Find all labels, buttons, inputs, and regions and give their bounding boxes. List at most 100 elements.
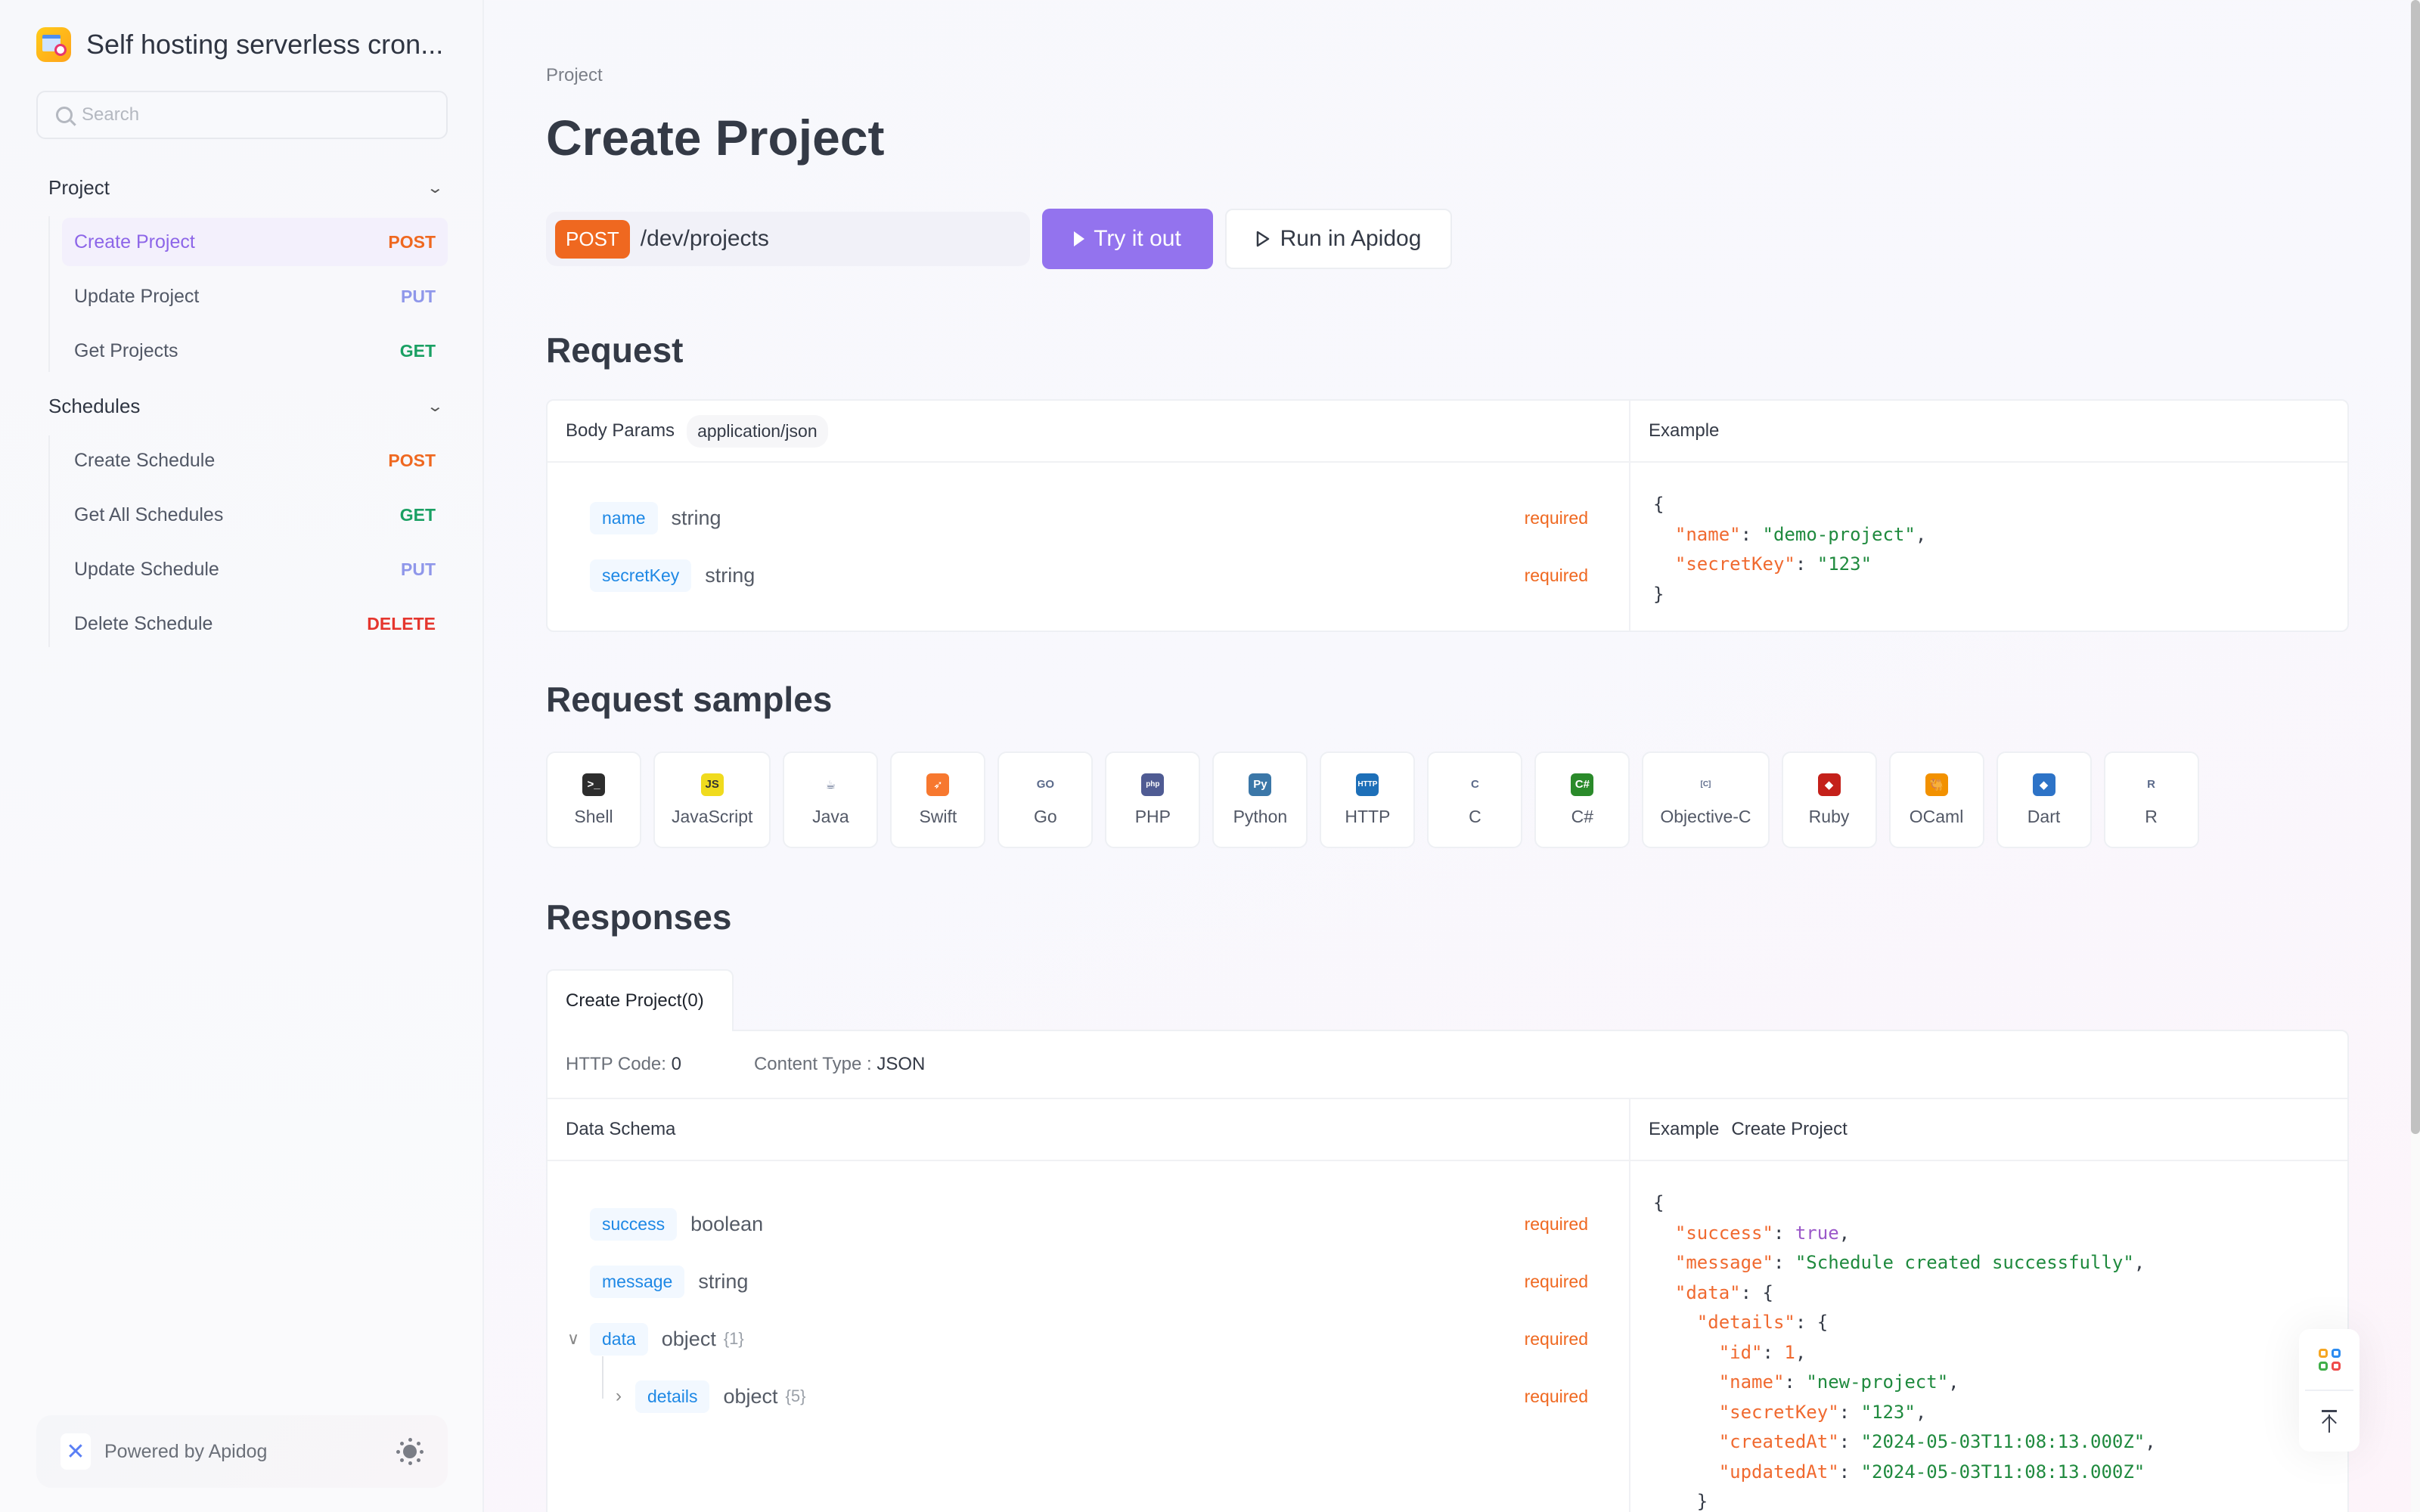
- field-row-expandable[interactable]: › details object {5} required: [616, 1377, 1588, 1415]
- field-name: success: [590, 1207, 678, 1241]
- run-in-apidog-label: Run in Apidog: [1280, 226, 1422, 251]
- sample-dart[interactable]: ◆ Dart: [1996, 751, 2092, 848]
- response-panel: HTTP Code: 0 Content Type : JSON Data Sc…: [546, 1030, 2349, 1512]
- sample-label: PHP: [1134, 806, 1171, 826]
- required-label: required: [1524, 565, 1588, 585]
- scrollbar-thumb[interactable]: [2411, 0, 2420, 1134]
- json-key: "message": [1674, 1252, 1773, 1273]
- floating-toolbar: [2299, 1329, 2360, 1452]
- sample-javascript[interactable]: JS JavaScript: [653, 751, 771, 848]
- sample-r[interactable]: RR: [2103, 751, 2199, 848]
- sidebar-item-label: Create Schedule: [74, 449, 216, 471]
- powered-by-footer: ✕ Powered by Apidog: [36, 1415, 448, 1488]
- json-value: "2024-05-03T11:08:13.000Z": [1860, 1431, 2145, 1452]
- java-icon: ☕: [819, 773, 842, 796]
- sample-label: Ruby: [1808, 806, 1850, 826]
- field-name: data: [590, 1322, 648, 1356]
- json-value: "2024-05-03T11:08:13.000Z": [1860, 1461, 2145, 1483]
- sample-c[interactable]: CC: [1427, 751, 1523, 848]
- search-box[interactable]: [36, 91, 448, 139]
- body-params-label: Body Params: [566, 420, 675, 441]
- sidebar: Self hosting serverless cron... Project …: [0, 0, 484, 1512]
- sidebar-group-project[interactable]: Project ⌄: [48, 169, 444, 206]
- apps-button[interactable]: [2299, 1329, 2360, 1390]
- code-line: "message": "Schedule created successfull…: [1674, 1252, 2145, 1273]
- field-row: message string required: [590, 1263, 1588, 1300]
- search-icon: [56, 107, 73, 123]
- field-row-expandable[interactable]: ∨ data object {1} required: [567, 1320, 1588, 1358]
- code-line: {: [1653, 494, 1665, 515]
- sample-c-[interactable]: C# C#: [1534, 751, 1630, 848]
- response-meta: HTTP Code: 0 Content Type : JSON: [548, 1031, 2347, 1099]
- sample-php[interactable]: php PHP: [1105, 751, 1201, 848]
- play-icon: [1074, 231, 1085, 246]
- sidebar-item-delete-schedule[interactable]: Delete Schedule DELETE: [62, 600, 448, 648]
- code-line: }: [1696, 1491, 1708, 1512]
- sample-go[interactable]: GO Go: [997, 751, 1094, 848]
- search-input[interactable]: [82, 104, 414, 125]
- sample-label: C#: [1571, 806, 1594, 826]
- data-schema-label: Data Schema: [566, 1119, 676, 1139]
- sidebar-item-get-all-schedules[interactable]: Get All Schedules GET: [62, 491, 448, 539]
- chevron-down-icon[interactable]: ∨: [567, 1329, 579, 1349]
- sample-objective-c[interactable]: [C] Objective-C: [1642, 751, 1770, 848]
- scrollbar[interactable]: [2411, 0, 2420, 1512]
- sample-label: Shell: [574, 806, 613, 826]
- sidebar-item-label: Delete Schedule: [74, 612, 213, 634]
- group-label: Schedules: [48, 394, 141, 417]
- http-code: HTTP Code: 0: [566, 1054, 681, 1075]
- powered-by-text: Powered by Apidog: [104, 1440, 268, 1462]
- sidebar-item-update-schedule[interactable]: Update Schedule PUT: [62, 545, 448, 593]
- example-name: Create Project: [1731, 1119, 1848, 1139]
- sample-ocaml[interactable]: 🐫 OCaml: [1888, 751, 1984, 848]
- sample-java[interactable]: ☕ Java: [783, 751, 879, 848]
- sample-shell[interactable]: >_ Shell: [546, 751, 641, 848]
- field-type: object: [661, 1327, 716, 1350]
- swift-icon: ➶: [926, 773, 950, 796]
- breadcrumb[interactable]: Project: [546, 65, 603, 86]
- json-key: "name": [1718, 1371, 1785, 1393]
- sun-icon[interactable]: [396, 1438, 424, 1465]
- apidog-logo-icon: ✕: [60, 1433, 91, 1470]
- json-value: "demo-project": [1762, 523, 1916, 545]
- try-it-out-button[interactable]: Try it out: [1042, 209, 1213, 269]
- go-icon: GO: [1034, 773, 1057, 796]
- sample-label: Go: [1034, 806, 1057, 826]
- sample-label: R: [2145, 806, 2158, 826]
- request-example-code: { "name": "demo-project", "secretKey": "…: [1653, 490, 1926, 609]
- example-header: Example Create Project: [1630, 1099, 2347, 1161]
- powered-by-link[interactable]: ✕ Powered by Apidog: [60, 1433, 267, 1470]
- endpoint-path: /dev/projects: [640, 226, 769, 251]
- field-count: {5}: [785, 1387, 806, 1405]
- sidebar-item-create-schedule[interactable]: Create Schedule POST: [62, 436, 448, 485]
- sidebar-item-label: Update Project: [74, 285, 200, 307]
- code-line: "secretKey": "123",: [1718, 1401, 1927, 1423]
- javascript-icon: JS: [700, 773, 724, 796]
- sidebar-item-get-projects[interactable]: Get Projects GET: [62, 327, 448, 375]
- request-heading: Request: [546, 330, 684, 370]
- sample-http[interactable]: HTTP HTTP: [1320, 751, 1416, 848]
- code-line: "id": 1,: [1718, 1341, 1807, 1363]
- sidebar-item-update-project[interactable]: Update Project PUT: [62, 272, 448, 321]
- required-label: required: [1524, 1328, 1588, 1349]
- sample-ruby[interactable]: ◆ Ruby: [1781, 751, 1877, 848]
- back-to-top-button[interactable]: [2299, 1391, 2360, 1452]
- field-name: details: [635, 1380, 710, 1413]
- chevron-right-icon[interactable]: ›: [616, 1386, 622, 1407]
- json-value: {: [1762, 1281, 1773, 1303]
- code-line: "createdAt": "2024-05-03T11:08:13.000Z",: [1718, 1431, 2156, 1452]
- code-line: "name": "new-project",: [1718, 1371, 1959, 1393]
- sidebar-item-create-project[interactable]: Create Project POST: [62, 218, 448, 266]
- json-key: "details": [1696, 1312, 1795, 1333]
- project-title: Self hosting serverless cron...: [86, 29, 444, 60]
- brand: Self hosting serverless cron...: [36, 27, 443, 62]
- response-tab-create-project[interactable]: Create Project(0): [546, 969, 734, 1031]
- json-key: "createdAt": [1718, 1431, 1839, 1452]
- sample-python[interactable]: Py Python: [1212, 751, 1308, 848]
- field-type: string: [705, 563, 755, 587]
- run-in-apidog-button[interactable]: Run in Apidog: [1225, 209, 1452, 269]
- json-key: "secretKey": [1718, 1401, 1839, 1423]
- sidebar-item-label: Get All Schedules: [74, 503, 224, 525]
- sample-swift[interactable]: ➶ Swift: [890, 751, 986, 848]
- sidebar-group-schedules[interactable]: Schedules ⌄: [48, 387, 444, 425]
